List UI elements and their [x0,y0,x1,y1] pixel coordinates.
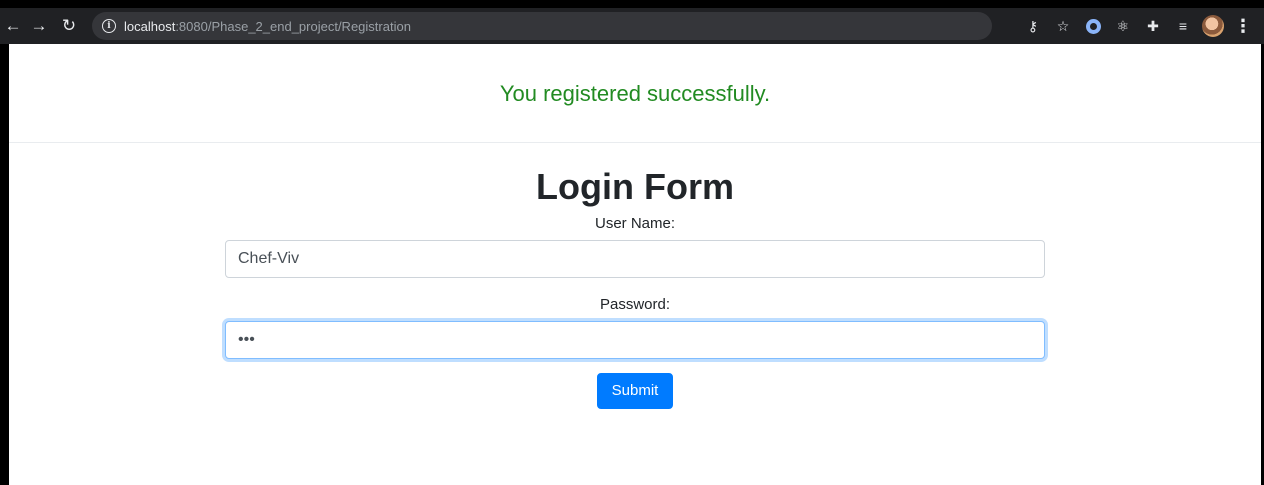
browser-toolbar: ← → ↻ i localhost :8080/Phase_2_end_proj… [0,8,1264,44]
playlist-icon[interactable]: ≡ [1172,15,1194,37]
back-icon[interactable]: ← [2,11,24,41]
url-path: :8080/Phase_2_end_project/Registration [175,18,411,34]
extension-ring-icon[interactable] [1082,15,1104,37]
puzzle-icon[interactable]: ✚ [1142,15,1164,37]
page-viewport: You registered successfully. Login Form … [9,44,1261,485]
success-message: You registered successfully. [499,81,771,106]
key-icon[interactable]: ⚷ [1022,15,1044,37]
reload-icon[interactable]: ↻ [54,11,84,41]
form-title: Login Form [536,166,734,207]
forward-icon[interactable]: → [24,11,54,41]
message-banner: You registered successfully. [9,44,1261,143]
profile-avatar[interactable] [1202,15,1224,37]
address-bar[interactable]: i localhost :8080/Phase_2_end_project/Re… [92,12,992,40]
toolbar-icons: ⚷ ☆ ⚛ ✚ ≡ ⋮ [1022,8,1254,44]
submit-button[interactable]: Submit [596,373,674,409]
react-icon[interactable]: ⚛ [1112,15,1134,37]
url-host: localhost [124,18,176,34]
password-input[interactable] [225,321,1045,359]
menu-kebab-icon[interactable]: ⋮ [1232,15,1254,37]
login-form: Login Form User Name: Password: Submit [9,143,1261,409]
password-label: Password: [599,296,671,313]
info-icon[interactable]: i [102,19,116,33]
username-input[interactable] [225,240,1045,278]
star-icon[interactable]: ☆ [1052,15,1074,37]
username-label: User Name: [594,215,676,232]
